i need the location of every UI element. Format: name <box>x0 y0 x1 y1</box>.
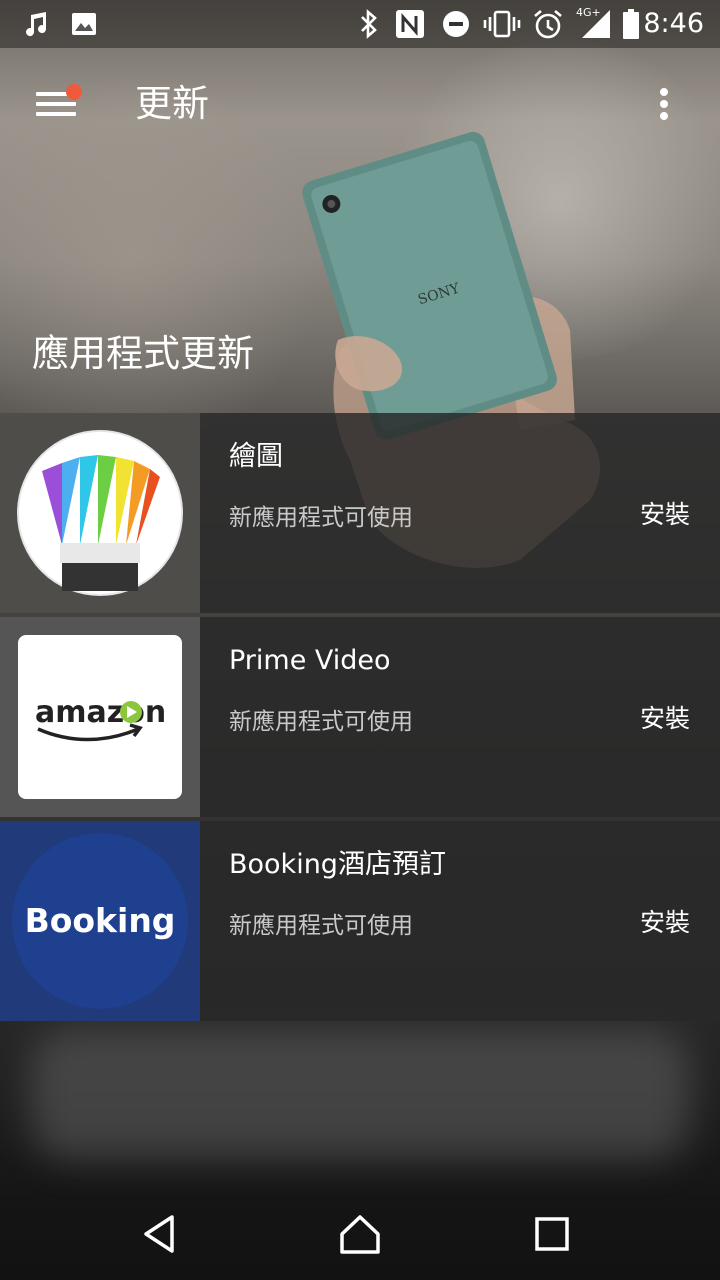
install-button[interactable]: 安裝 <box>620 901 710 945</box>
app-name: 繪圖 <box>229 441 283 472</box>
status-bar: 4G+ 8:46 <box>0 0 720 48</box>
app-status: 新應用程式可使用 <box>229 709 413 735</box>
notification-dot <box>66 84 82 100</box>
app-name: Prime Video <box>229 645 391 676</box>
page-title: 更新 <box>135 82 209 125</box>
nfc-icon <box>392 8 428 40</box>
app-card-booking[interactable]: Booking Booking酒店預訂 新應用程式可使用 安裝 <box>0 821 720 1021</box>
app-name: Booking酒店預訂 <box>229 849 446 880</box>
back-icon <box>144 1215 174 1253</box>
battery-icon <box>620 8 642 40</box>
alarm-icon <box>530 8 566 40</box>
app-bar: 更新 <box>0 48 720 160</box>
navigation-bar <box>0 1184 720 1280</box>
install-button[interactable]: 安裝 <box>620 697 710 741</box>
app-card-sketch[interactable]: 繪圖 新應用程式可使用 安裝 <box>0 413 720 613</box>
booking-logo-text: Booking <box>25 901 176 940</box>
music-note-icon <box>20 8 52 40</box>
more-vert-icon <box>660 88 668 96</box>
recents-icon <box>535 1217 569 1251</box>
install-button[interactable]: 安裝 <box>620 493 710 537</box>
menu-button[interactable] <box>24 78 84 130</box>
clock: 8:46 <box>643 8 704 39</box>
vibrate-icon <box>482 8 522 40</box>
do-not-disturb-icon <box>440 8 472 40</box>
signal-icon: 4G+ <box>574 6 614 40</box>
network-type-label: 4G+ <box>576 6 601 19</box>
section-title: 應用程式更新 <box>32 332 254 375</box>
image-icon <box>68 8 100 40</box>
more-options-button[interactable] <box>648 78 680 130</box>
bluetooth-icon <box>354 8 384 40</box>
app-status: 新應用程式可使用 <box>229 913 413 939</box>
app-status: 新應用程式可使用 <box>229 505 413 531</box>
sketch-icon <box>0 413 200 613</box>
back-button[interactable] <box>130 1208 190 1260</box>
recents-button[interactable] <box>522 1208 582 1260</box>
amazon-logo-text: amazon <box>35 695 166 730</box>
home-button[interactable] <box>330 1208 390 1260</box>
home-icon <box>340 1215 380 1254</box>
booking-logo: Booking <box>0 821 200 1021</box>
app-card-prime-video[interactable]: amazon Prime Video 新應用程式可使用 安裝 <box>0 617 720 817</box>
amazon-logo: amazon <box>0 617 200 817</box>
